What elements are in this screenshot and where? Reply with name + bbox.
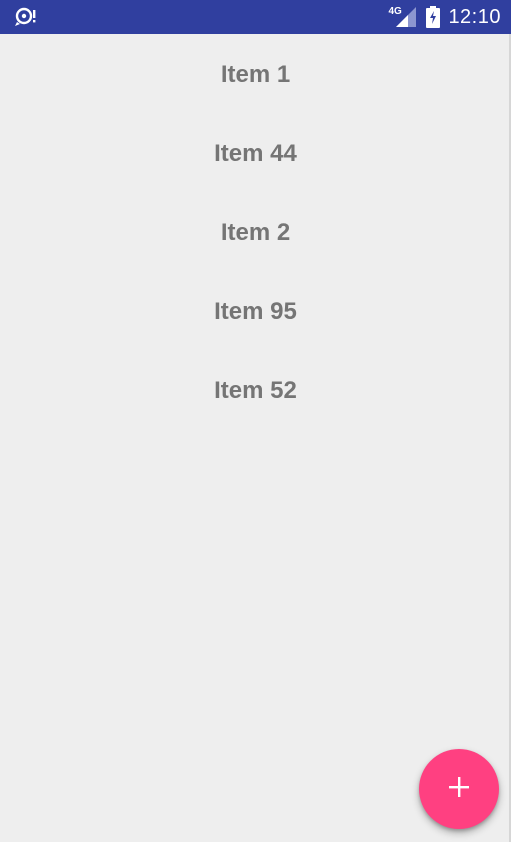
cell-signal-icon: 4G	[388, 5, 417, 29]
list-item[interactable]: Item 2	[0, 193, 511, 272]
list-item[interactable]: Item 52	[0, 351, 511, 430]
list-item[interactable]: Item 1	[0, 35, 511, 114]
plus-icon	[448, 776, 470, 803]
item-list: Item 1 Item 44 Item 2 Item 95 Item 52	[0, 34, 511, 430]
add-item-button[interactable]	[419, 749, 499, 829]
list-item[interactable]: Item 95	[0, 272, 511, 351]
sync-notification-icon	[14, 7, 38, 27]
battery-charging-icon	[426, 6, 441, 28]
status-icons: 4G 12:10	[388, 0, 501, 34]
status-bar: 4G 12:10	[0, 0, 511, 34]
status-time: 12:10	[448, 5, 501, 28]
network-type-label: 4G	[388, 6, 402, 17]
list-item[interactable]: Item 44	[0, 114, 511, 193]
